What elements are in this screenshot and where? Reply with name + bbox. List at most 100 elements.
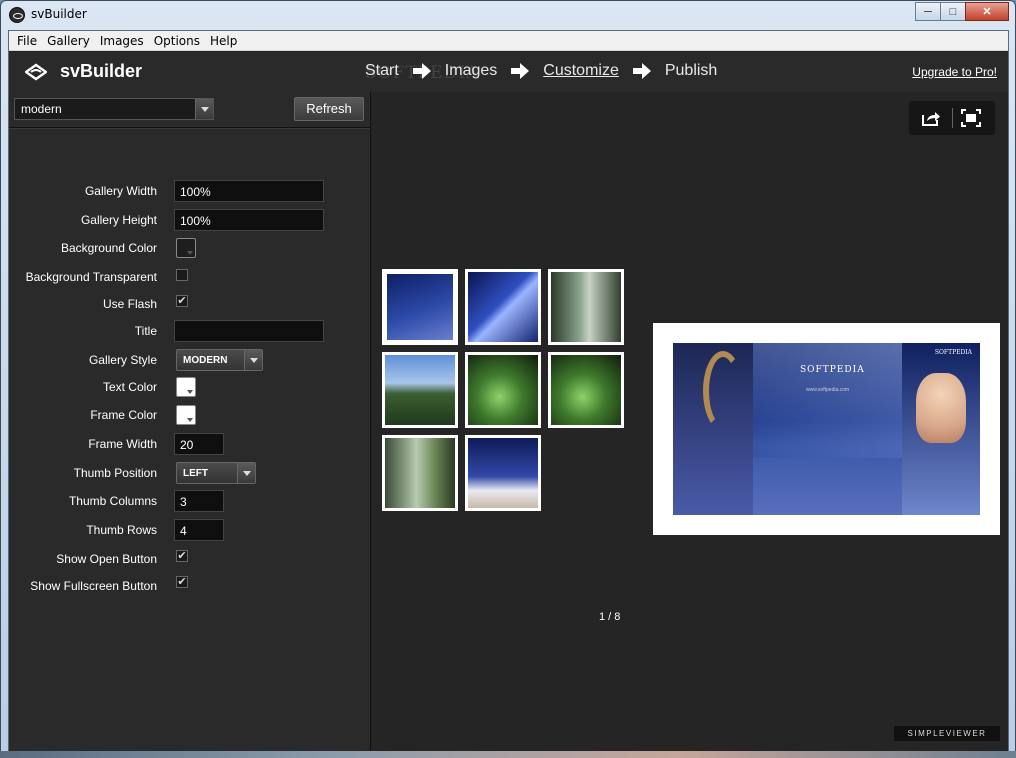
thumb-position-value: LEFT	[183, 468, 208, 479]
window-title: svBuilder	[31, 7, 87, 21]
step-start[interactable]: Start	[365, 62, 399, 80]
window-controls: ─ □ ✕	[915, 2, 1009, 21]
gallery-style-select-value: modern	[21, 102, 62, 116]
close-icon: ✕	[982, 6, 992, 18]
thumbnail-7[interactable]	[382, 435, 458, 511]
gallery-preview: SOFTPEDIA www.softpedia.com SOFTPEDIA 1 …	[372, 92, 1008, 752]
thumb-rows-input[interactable]: 4	[174, 519, 224, 541]
background-transparent-label: Background Transparent	[25, 270, 157, 284]
main-image: SOFTPEDIA www.softpedia.com SOFTPEDIA	[673, 343, 980, 515]
thumbnail-4[interactable]	[382, 352, 458, 428]
text-color-label: Text Color	[102, 380, 157, 394]
menu-file[interactable]: File	[12, 34, 42, 48]
show-fullscreen-button-checkbox[interactable]: ✔	[176, 576, 188, 588]
close-button[interactable]: ✕	[965, 2, 1009, 21]
thumbnail-image	[468, 355, 538, 425]
thumbnail-image	[468, 272, 538, 342]
thumbnail-1[interactable]	[382, 269, 458, 345]
menu-help[interactable]: Help	[205, 34, 242, 48]
show-open-button-label: Show Open Button	[56, 552, 157, 566]
thumbnail-image	[468, 438, 538, 508]
app-logo-text: svBuilder	[60, 61, 143, 81]
panel-divider	[9, 127, 370, 129]
minimize-button[interactable]: ─	[915, 2, 941, 21]
settings-panel: modern Refresh Gallery Width 100% Galler…	[9, 92, 371, 752]
title-label: Title	[134, 324, 157, 338]
main-image-beam	[753, 343, 903, 458]
thumbnail-image	[385, 355, 455, 425]
gallery-style-value: MODERN	[183, 355, 228, 366]
main-image-logo-small: SOFTPEDIA	[934, 349, 972, 356]
use-flash-label: Use Flash	[102, 297, 157, 311]
refresh-button[interactable]: Refresh	[294, 97, 364, 121]
maximize-icon: □	[949, 5, 957, 18]
gallery-width-label: Gallery Width	[84, 184, 157, 198]
simpleviewer-badge[interactable]: SIMPLEVIEWER	[894, 726, 1000, 741]
thumbnail-6[interactable]	[548, 352, 624, 428]
main-image-url: www.softpedia.com	[806, 387, 850, 393]
title-input[interactable]	[174, 320, 324, 342]
arrow-right-icon	[632, 63, 651, 79]
preview-toolbar	[909, 101, 995, 135]
menu-options[interactable]: Options	[149, 34, 205, 48]
client-area: File Gallery Images Options Help svBuild…	[8, 30, 1009, 752]
thumbnail-image	[385, 438, 455, 508]
gallery-style-select[interactable]: modern	[14, 98, 214, 120]
main-image-logo: SOFTPEDIA	[800, 365, 865, 375]
chevron-down-icon	[195, 99, 213, 119]
background-color-picker[interactable]	[176, 238, 196, 258]
background-transparent-checkbox[interactable]	[176, 269, 188, 281]
svbuilder-logo-icon	[25, 63, 47, 81]
menu-images[interactable]: Images	[95, 34, 149, 48]
frame-color-picker[interactable]	[176, 405, 196, 425]
upgrade-link[interactable]: Upgrade to Pro!	[912, 65, 997, 79]
toolbar-separator	[952, 108, 953, 128]
step-publish[interactable]: Publish	[665, 62, 717, 80]
thumb-columns-input[interactable]: 3	[174, 490, 224, 512]
gallery-style-dropdown[interactable]: MODERN	[176, 349, 263, 371]
app-icon	[9, 7, 25, 23]
main-image-swirl	[703, 351, 743, 431]
thumb-position-label: Thumb Position	[73, 466, 157, 480]
desktop-strip	[0, 751, 1016, 758]
wizard-steps: Start Images Customize Publish	[365, 62, 717, 80]
minimize-icon: ─	[924, 5, 932, 18]
main-image-frame[interactable]: SOFTPEDIA www.softpedia.com SOFTPEDIA	[653, 323, 1000, 535]
thumbnail-image	[387, 274, 453, 340]
thumbnail-3[interactable]	[548, 269, 624, 345]
step-customize[interactable]: Customize	[543, 62, 619, 80]
use-flash-checkbox[interactable]: ✔	[176, 295, 188, 307]
gallery-height-input[interactable]: 100%	[174, 209, 324, 231]
thumb-rows-label: Thumb Rows	[86, 523, 157, 537]
menu-bar: File Gallery Images Options Help	[9, 31, 1008, 51]
show-fullscreen-button-label: Show Fullscreen Button	[30, 579, 157, 593]
image-counter: 1 / 8	[599, 611, 621, 623]
chevron-down-icon	[244, 350, 262, 370]
gallery-height-label: Gallery Height	[80, 213, 157, 227]
frame-color-label: Frame Color	[90, 408, 157, 422]
fullscreen-icon[interactable]	[961, 109, 981, 127]
frame-width-label: Frame Width	[88, 437, 157, 451]
thumbnail-5[interactable]	[465, 352, 541, 428]
app-header: svBuilder SOFTPEDIA Start Images Customi…	[9, 52, 1008, 92]
open-external-icon[interactable]	[921, 109, 941, 127]
maximize-button[interactable]: □	[940, 2, 966, 21]
show-open-button-checkbox[interactable]: ✔	[176, 550, 188, 562]
frame-width-input[interactable]: 20	[174, 433, 224, 455]
text-color-picker[interactable]	[176, 377, 196, 397]
background-color-label: Background Color	[60, 241, 157, 255]
gallery-style-label: Gallery Style	[88, 353, 157, 367]
thumb-position-dropdown[interactable]: LEFT	[176, 462, 256, 484]
thumbnail-image	[551, 272, 621, 342]
arrow-right-icon	[412, 63, 431, 79]
arrow-right-icon	[511, 63, 530, 79]
thumb-columns-label: Thumb Columns	[68, 494, 157, 508]
thumbnail-2[interactable]	[465, 269, 541, 345]
menu-gallery[interactable]: Gallery	[42, 34, 95, 48]
thumbnail-8[interactable]	[465, 435, 541, 511]
step-images[interactable]: Images	[445, 62, 497, 80]
chevron-down-icon	[237, 463, 255, 483]
gallery-width-input[interactable]: 100%	[174, 180, 324, 202]
thumbnail-image	[551, 355, 621, 425]
title-bar[interactable]: svBuilder ─ □ ✕	[1, 1, 1015, 30]
